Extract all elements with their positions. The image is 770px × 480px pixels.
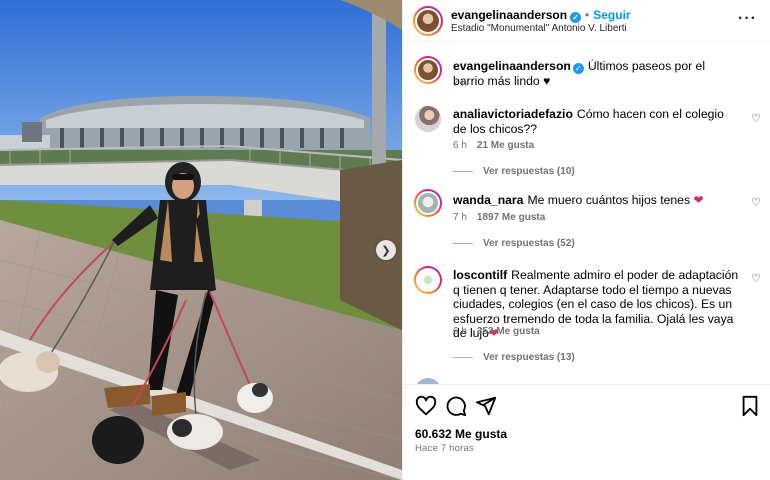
post-time[interactable]: Hace 7 horas <box>415 443 474 454</box>
comment-username[interactable]: analiavictoriadefazio <box>453 107 573 121</box>
comment-text-line: wanda_nara Me muero cuántos hijos tenes ❤ <box>453 193 739 208</box>
verified-badge-icon: ✓ <box>570 12 582 23</box>
comment-likes[interactable]: 1897 Me gusta <box>477 212 545 223</box>
caption-time[interactable]: 7 h <box>453 78 467 89</box>
commenter-avatar[interactable] <box>414 189 442 217</box>
photo-illustration <box>0 0 402 480</box>
heart-emoji: ❤ <box>693 193 704 207</box>
comment-time[interactable]: 7 h <box>453 212 467 223</box>
more-options-icon[interactable]: ··· <box>738 10 757 28</box>
comment-likes[interactable]: 21 Me gusta <box>477 140 534 151</box>
post-photo[interactable]: ❯ <box>0 0 402 480</box>
comment-text: Me muero cuántos hijos tenes <box>527 193 691 207</box>
author-username[interactable]: evangelinaanderson <box>451 8 567 22</box>
comment-like-heart-icon[interactable]: ♡ <box>751 198 761 209</box>
follow-button[interactable]: Seguir <box>593 8 630 22</box>
comment-meta: 6 h 353 Me gusta <box>453 326 550 337</box>
comment-meta: 7 h 1897 Me gusta <box>453 212 555 223</box>
caption-text-line: evangelinaanderson ✓ Últimos paseos por el… <box>453 59 739 89</box>
comment-text-line: analiavictoriadefazio Cómo hacen con el c… <box>453 107 739 136</box>
post-actions: 60.632 Me gusta Hace 7 horas <box>403 384 770 480</box>
chevron-right-icon: ❯ <box>381 244 391 257</box>
comment-meta: 6 h 21 Me gusta <box>453 140 544 151</box>
comment-icon[interactable] <box>445 395 467 417</box>
view-replies-button[interactable]: Ver respuestas (52) <box>453 238 575 249</box>
comment-like-heart-icon[interactable]: ♡ <box>751 274 761 285</box>
comment-time[interactable]: 6 h <box>453 326 467 337</box>
likes-count[interactable]: 60.632 Me gusta <box>415 427 507 441</box>
bookmark-icon[interactable] <box>739 395 761 417</box>
heart-icon[interactable] <box>415 395 437 417</box>
view-replies-button[interactable]: Ver respuestas (13) <box>453 352 575 363</box>
caption-username[interactable]: evangelinaanderson <box>453 59 571 73</box>
view-replies-button[interactable]: Ver respuestas (10) <box>453 166 575 177</box>
caption-avatar[interactable] <box>414 56 442 84</box>
author-line: evangelinaanderson ✓ • Seguir <box>451 8 631 23</box>
separator-dot: • <box>585 8 590 22</box>
next-photo-button[interactable]: ❯ <box>376 240 396 260</box>
comment-username[interactable]: wanda_nara <box>453 193 523 207</box>
post-location[interactable]: Estadio "Monumental" Antonio V. Liberti <box>451 23 627 34</box>
commenter-avatar[interactable] <box>415 106 441 132</box>
comment-time[interactable]: 6 h <box>453 140 467 151</box>
verified-badge-icon: ✓ <box>572 63 584 74</box>
commenter-avatar[interactable] <box>414 266 442 294</box>
caption-meta: 7 h <box>453 78 477 89</box>
author-avatar[interactable] <box>413 6 443 36</box>
post-header: evangelinaanderson ✓ • Seguir Estadio "Monu… <box>403 0 770 42</box>
comments-list[interactable]: evangelinaanderson ✓ Últimos paseos por el… <box>403 42 770 384</box>
comment-likes[interactable]: 353 Me gusta <box>477 326 540 337</box>
post-side-panel: evangelinaanderson ✓ • Seguir Estadio "Monu… <box>402 0 770 480</box>
comment-username[interactable]: loscontilf <box>453 268 507 282</box>
share-icon[interactable] <box>475 395 497 417</box>
comment-like-heart-icon[interactable]: ♡ <box>751 114 761 125</box>
